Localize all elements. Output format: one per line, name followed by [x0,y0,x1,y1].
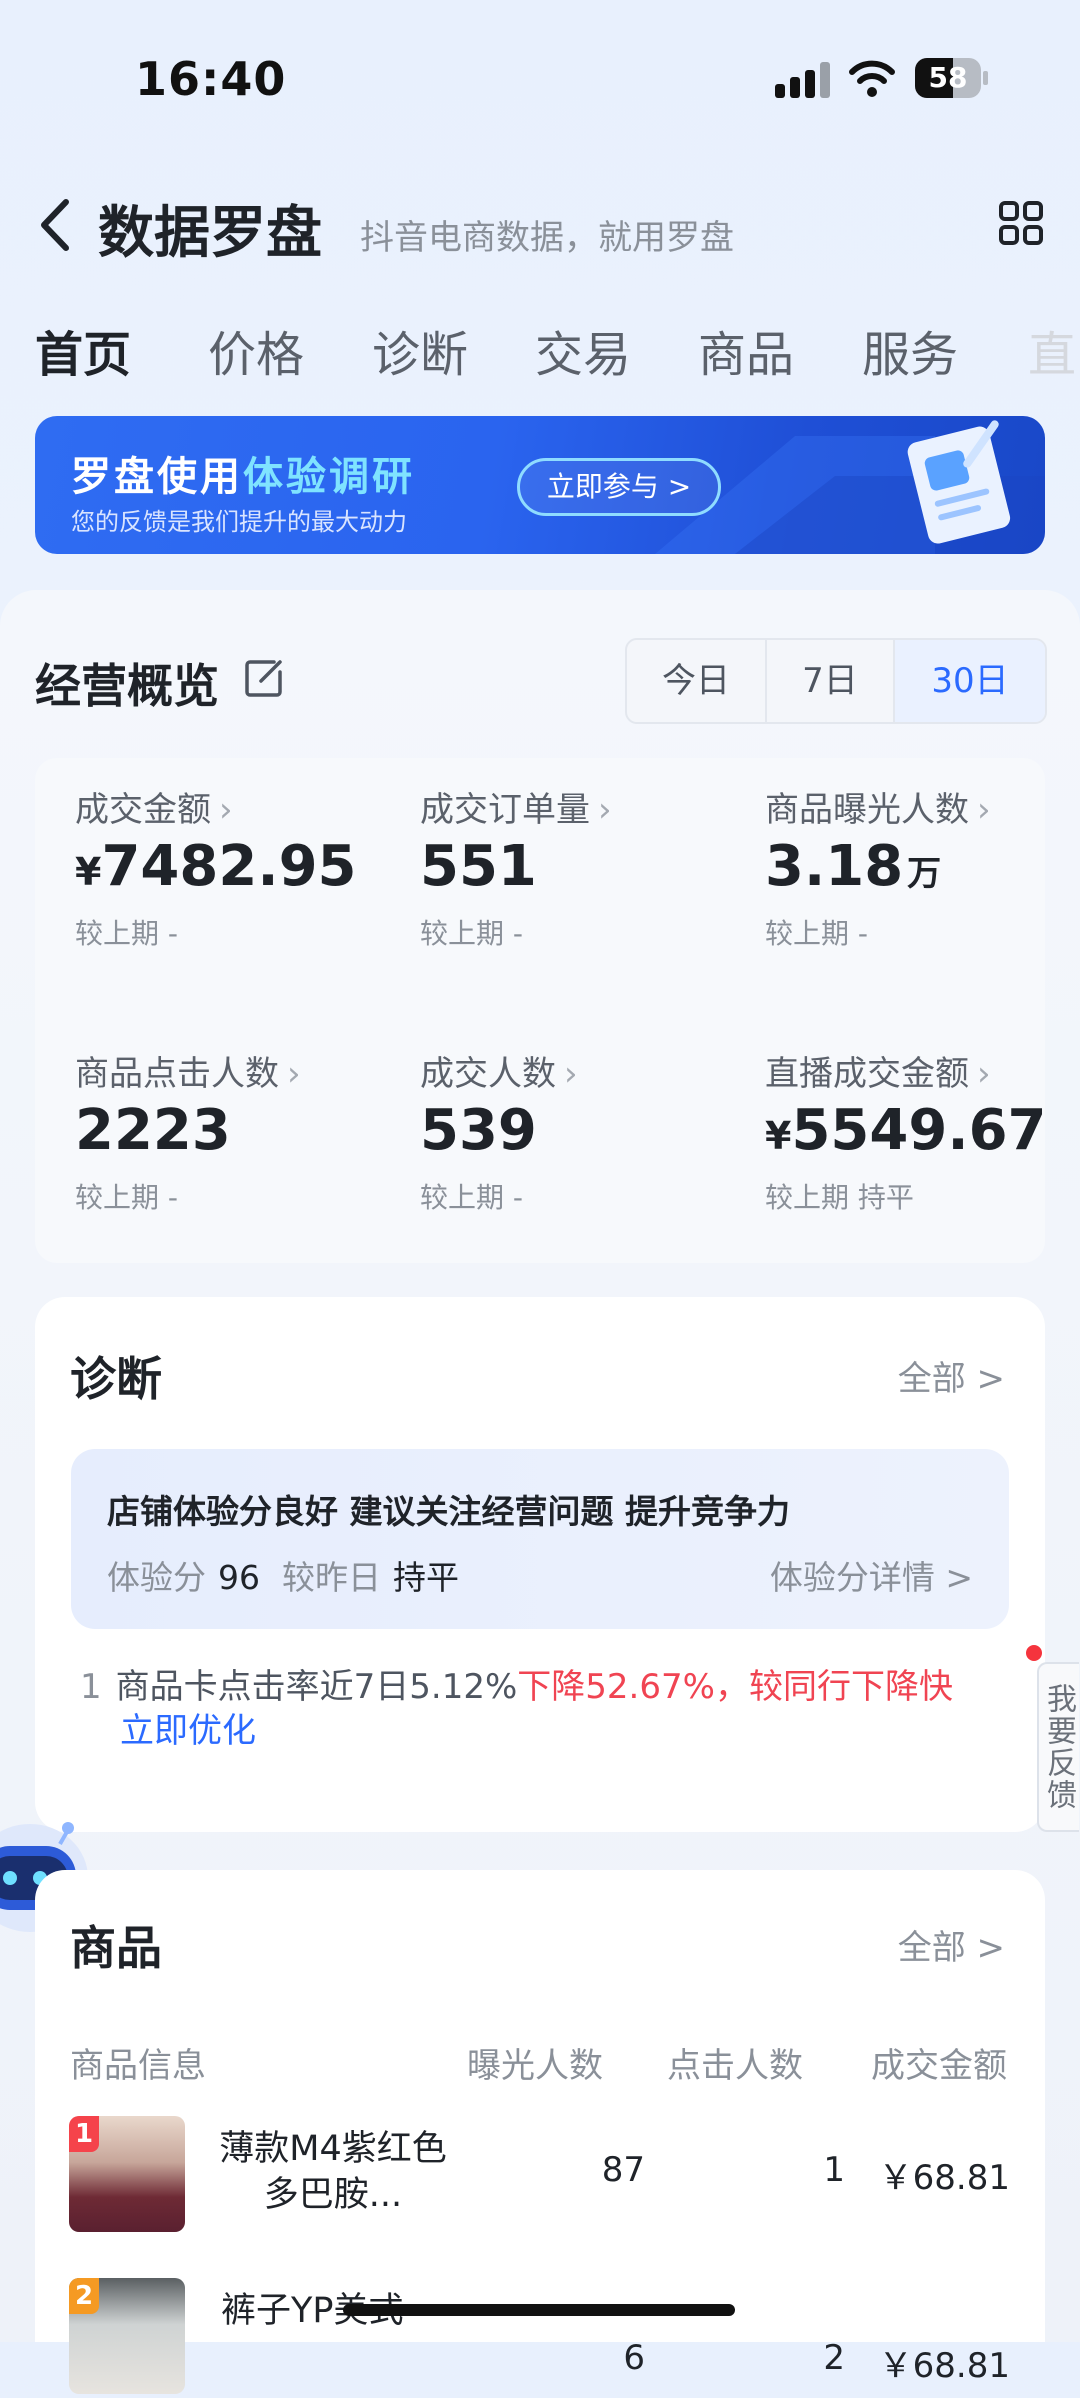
metric-value: 2223 [75,1098,231,1163]
clicks-value: 1 [823,2150,845,2190]
metric-compare: 较上期 持平 [765,1181,914,1214]
metric-label: 商品点击人数 › [75,1054,301,1094]
product-thumbnail: 1 [69,2116,185,2232]
apps-grid-icon[interactable] [998,200,1044,246]
rank-badge: 1 [69,2116,99,2152]
clicks-value: 2 [823,2338,845,2378]
metric-value: 3.18 万 [765,834,942,899]
products-card: 商品 全部 > 商品信息 曝光人数 点击人数 成交金额 1 薄款M4紫红色多巴胺… [35,1870,1045,2394]
metric-compare: 较上期 - [420,1181,524,1214]
join-survey-button[interactable]: 立即参与 > [517,458,721,516]
experience-score-box[interactable]: 店铺体验分良好 建议关注经营问题 提升竞争力 体验分 96 较昨日 持平 体验分详情 … [71,1449,1009,1629]
metric-exposure[interactable]: 商品曝光人数 › 3.18 万 较上期 - [765,782,1080,1002]
metric-value: ¥5549.67 [765,1098,1047,1163]
amount-value: ￥68.81 [878,2346,1010,2386]
metric-label: 成交人数 › [420,1054,578,1094]
product-thumbnail: 2 [69,2278,185,2394]
tab-service[interactable]: 服务 [862,315,958,385]
notification-dot [1026,1645,1042,1661]
metric-label: 成交金额 › [75,790,233,830]
table-row[interactable]: 2 裤子YP美式 6 2 ￥68.81 [35,2278,1045,2398]
date-range-selector: 今日 7日 30日 [625,638,1047,724]
page-title: 数据罗盘 [98,201,322,266]
metrics-grid: 成交金额 › ¥7482.95 较上期 - 成交订单量 › 551 较上期 - 商品… [35,758,1047,1266]
metric-value: 539 [420,1098,537,1163]
status-time: 16:40 [135,52,287,106]
column-header[interactable]: 成交金额 [871,2038,1007,2087]
column-header: 商品信息 [70,2046,206,2086]
metric-label: 直播成交金额 › [765,1054,991,1094]
metric-buyers[interactable]: 成交人数 › 539 较上期 - [420,1046,750,1266]
tab-products[interactable]: 商品 [698,315,794,385]
metric-live-gmv[interactable]: 直播成交金额 › ¥5549.67 较上期 持平 [765,1046,1080,1266]
tab-home[interactable]: 首页 [35,315,131,385]
banner-subtitle: 您的反馈是我们提升的最大动力 [71,508,407,536]
metric-value: ¥7482.95 [75,834,357,899]
home-indicator [343,2304,735,2316]
metric-compare: 较上期 - [765,917,869,950]
column-header[interactable]: 曝光人数 [467,2038,603,2087]
tab-trade[interactable]: 交易 [535,315,631,385]
metric-compare: 较上期 - [75,917,179,950]
exposure-value: 6 [623,2338,645,2378]
tab-price[interactable]: 价格 [208,315,304,385]
metric-value: 551 [420,834,537,899]
optimize-now-link[interactable]: 立即优化 [120,1709,980,1753]
survey-document-icon [907,420,1011,544]
diagnosis-view-all-link[interactable]: 全部 > [898,1351,1005,1400]
score-detail-link[interactable]: 体验分详情 > [770,1551,973,1599]
metric-clicks[interactable]: 商品点击人数 › 2223 较上期 - [75,1046,405,1266]
edit-icon[interactable] [244,658,284,698]
tab-live[interactable]: 直 [1028,315,1076,385]
metric-gmv[interactable]: 成交金额 › ¥7482.95 较上期 - [75,782,405,1002]
metric-label: 商品曝光人数 › [765,790,991,830]
overview-title: 经营概览 [35,659,219,713]
product-name: 薄款M4紫红色多巴胺... [219,2129,447,2215]
products-view-all-link[interactable]: 全部 > [898,1920,1005,1969]
back-arrow-icon[interactable] [36,196,76,254]
table-row[interactable]: 1 薄款M4紫红色多巴胺... 87 1 ￥68.81 [35,2116,1045,2236]
diagnosis-headline: 店铺体验分良好 建议关注经营问题 提升竞争力 [107,1492,790,1531]
range-today-button[interactable]: 今日 [627,640,765,722]
feedback-tab[interactable]: 我要反馈 [1037,1662,1079,1832]
amount-value: ￥68.81 [878,2158,1010,2198]
tab-diagnosis[interactable]: 诊断 [372,315,468,385]
page-subtitle: 抖音电商数据，就用罗盘 [360,218,734,258]
metric-label: 成交订单量 › [420,790,612,830]
products-title: 商品 [70,1921,162,1975]
battery-percent: 58 [928,61,968,94]
battery-icon: 58 [915,58,988,98]
range-7d-button[interactable]: 7日 [767,640,893,722]
rank-badge: 2 [69,2278,99,2314]
metric-orders[interactable]: 成交订单量 › 551 较上期 - [420,782,750,1002]
column-header[interactable]: 点击人数 [667,2038,803,2087]
diagnosis-issue-item: 1 商品卡点击率近7日5.12%下降52.67%，较同行下降快 立即优化 [80,1665,980,1753]
exposure-value: 87 [601,2150,645,2190]
diagnosis-card: 诊断 全部 > 店铺体验分良好 建议关注经营问题 提升竞争力 体验分 96 较昨日持… [35,1297,1045,1832]
cellular-signal-icon [775,62,835,98]
tab-bar: 首页 价格 诊断 交易 商品 服务 直 [0,315,1080,385]
banner-title: 罗盘使用体验调研 [71,454,415,500]
metric-compare: 较上期 - [420,917,524,950]
range-30d-button[interactable]: 30日 [895,640,1045,722]
metric-compare: 较上期 - [75,1181,179,1214]
experience-score-info: 体验分 96 较昨日 持平 [107,1558,459,1597]
wifi-icon [849,60,895,97]
diagnosis-title: 诊断 [70,1352,162,1406]
survey-banner[interactable]: 罗盘使用体验调研 您的反馈是我们提升的最大动力 立即参与 > [35,416,1045,554]
